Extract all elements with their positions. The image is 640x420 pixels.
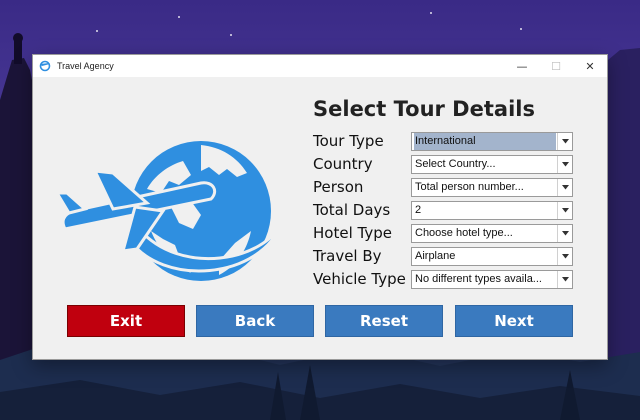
travel-by-label: Travel By [313, 247, 382, 265]
person-value: Total person number... [415, 181, 524, 193]
field-hotel-type: Hotel Type Choose hotel type... [313, 223, 603, 243]
chevron-down-icon[interactable] [557, 156, 572, 173]
maximize-button[interactable]: ☐ [539, 55, 573, 77]
country-select[interactable]: Select Country... [411, 155, 573, 174]
vehicle-type-label: Vehicle Type [313, 270, 406, 288]
chevron-down-icon[interactable] [557, 179, 572, 196]
chevron-down-icon[interactable] [557, 133, 572, 150]
field-tour-type: Tour Type International [313, 131, 603, 151]
exit-button[interactable]: Exit [67, 305, 185, 337]
tour-type-select[interactable]: International [411, 132, 573, 151]
chevron-down-icon[interactable] [557, 225, 572, 242]
field-country: Country Select Country... [313, 154, 603, 174]
country-label: Country [313, 155, 373, 173]
hotel-type-label: Hotel Type [313, 224, 392, 242]
total-days-label: Total Days [313, 201, 391, 219]
globe-airplane-icon [39, 60, 51, 72]
chevron-down-icon[interactable] [557, 248, 572, 265]
tour-type-label: Tour Type [313, 132, 384, 150]
field-travel-by: Travel By Airplane [313, 246, 603, 266]
person-label: Person [313, 178, 364, 196]
field-vehicle-type: Vehicle Type No different types availa..… [313, 269, 603, 289]
travel-by-value: Airplane [415, 250, 456, 262]
close-button[interactable]: ✕ [573, 55, 607, 77]
travel-agency-window: Travel Agency — ☐ ✕ Select Tour Details [32, 54, 608, 360]
tour-type-value: International [414, 133, 556, 150]
country-value: Select Country... [415, 158, 496, 170]
total-days-value: 2 [415, 204, 422, 216]
window-title: Travel Agency [57, 61, 114, 71]
person-select[interactable]: Total person number... [411, 178, 573, 197]
chevron-down-icon[interactable] [557, 271, 572, 288]
travel-by-select[interactable]: Airplane [411, 247, 573, 266]
next-button[interactable]: Next [455, 305, 573, 337]
chevron-down-icon[interactable] [557, 202, 572, 219]
title-bar: Travel Agency — ☐ ✕ [33, 55, 607, 77]
hotel-type-value: Choose hotel type... [415, 227, 513, 239]
globe-airplane-logo [54, 141, 281, 281]
back-button[interactable]: Back [196, 305, 314, 337]
field-total-days: Total Days 2 [313, 200, 603, 220]
vehicle-type-select[interactable]: No different types availa... [411, 270, 573, 289]
total-days-select[interactable]: 2 [411, 201, 573, 220]
vehicle-type-value: No different types availa... [415, 273, 542, 285]
field-person: Person Total person number... [313, 177, 603, 197]
minimize-button[interactable]: — [505, 55, 539, 77]
reset-button[interactable]: Reset [325, 305, 443, 337]
hotel-type-select[interactable]: Choose hotel type... [411, 224, 573, 243]
form-heading: Select Tour Details [313, 97, 535, 121]
